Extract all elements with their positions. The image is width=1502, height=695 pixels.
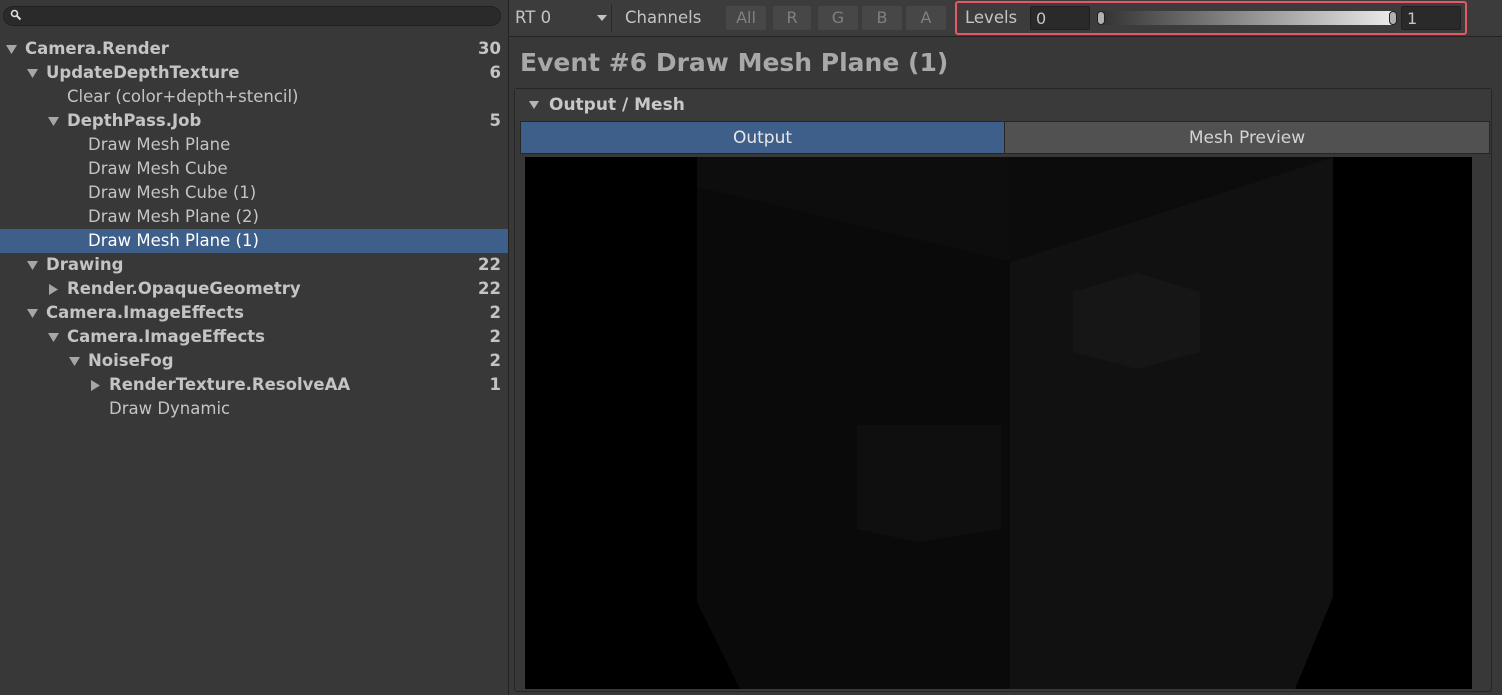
tree-row[interactable]: Draw Mesh Cube (1) [0, 181, 508, 205]
event-title: Event #6 Draw Mesh Plane (1) [520, 48, 949, 77]
tree-row[interactable]: Clear (color+depth+stencil) [0, 85, 508, 109]
tree-row-label: Draw Mesh Cube (1) [88, 183, 257, 202]
tree-row[interactable]: Draw Mesh Plane (2) [0, 205, 508, 229]
tree-row[interactable]: Camera.ImageEffects 2 [0, 325, 508, 349]
tree-row-label: Clear (color+depth+stencil) [67, 87, 299, 106]
render-target-dropdown[interactable]: RT 0 [509, 4, 612, 32]
expanded-arrow-icon[interactable] [25, 253, 39, 277]
tree-row[interactable]: DepthPass.Job 5 [0, 109, 508, 133]
search-input[interactable] [26, 7, 490, 27]
tree-row-label: Draw Mesh Plane [88, 135, 231, 154]
tree-row-label: Draw Dynamic [109, 399, 231, 418]
tree-row[interactable]: Drawing 22 [0, 253, 508, 277]
output-tabs: Output Mesh Preview [520, 121, 1490, 155]
tree-row-count: 2 [489, 327, 501, 346]
levels-max-field[interactable]: 1 [1401, 6, 1461, 30]
render-preview-image [697, 157, 1333, 689]
channel-button-r[interactable]: R [773, 6, 811, 30]
tree-row-count: 2 [489, 303, 501, 322]
tree-row[interactable]: Draw Mesh Cube [0, 157, 508, 181]
tree-row[interactable]: RenderTexture.ResolveAA 1 [0, 373, 508, 397]
tree-row-label: DepthPass.Job [67, 111, 202, 130]
tab-mesh-preview[interactable]: Mesh Preview [1004, 121, 1490, 154]
tree-row-count: 1 [489, 375, 501, 394]
expanded-arrow-icon[interactable] [46, 109, 60, 133]
tree-row[interactable]: UpdateDepthTexture 6 [0, 61, 508, 85]
render-target-value: RT 0 [515, 8, 552, 27]
tree-row-label: RenderTexture.ResolveAA [109, 375, 351, 394]
levels-max-handle[interactable] [1389, 11, 1397, 25]
foldout-arrow-icon [529, 101, 539, 109]
expanded-arrow-icon[interactable] [46, 325, 60, 349]
toolbar: RT 0 Channels All R G B A Levels 0 1 [509, 0, 1502, 37]
channel-button-all[interactable]: All [726, 6, 766, 30]
dropdown-arrow-icon [597, 15, 607, 21]
tree-row-label: Camera.ImageEffects [46, 303, 244, 322]
tree-row[interactable]: Draw Mesh Plane (1) [0, 229, 508, 253]
channel-button-a[interactable]: A [906, 6, 946, 30]
tab-output[interactable]: Output [520, 121, 1005, 154]
tree-row-label: Draw Mesh Plane (2) [88, 207, 259, 226]
tree-row-label: Drawing [46, 255, 124, 274]
frame-debugger-detail: RT 0 Channels All R G B A Levels 0 1 Event #… [509, 0, 1502, 695]
event-hierarchy-panel: Camera.Render 30 UpdateDepthTexture 6 Clear … [0, 0, 509, 695]
levels-min-field[interactable]: 0 [1030, 6, 1090, 30]
tree-row[interactable]: Draw Mesh Plane [0, 133, 508, 157]
levels-control: Levels 0 1 [955, 1, 1467, 35]
output-preview [525, 157, 1472, 689]
collapsed-arrow-icon[interactable] [46, 277, 60, 301]
tree-row-count: 22 [478, 255, 501, 274]
tree-row[interactable]: Draw Dynamic [0, 397, 508, 421]
tree-row[interactable]: Camera.Render 30 [0, 37, 508, 61]
expanded-arrow-icon[interactable] [4, 37, 18, 61]
expanded-arrow-icon[interactable] [25, 61, 39, 85]
expanded-arrow-icon[interactable] [67, 349, 81, 373]
collapsed-arrow-icon[interactable] [88, 373, 102, 397]
tree-row-count: 5 [489, 111, 501, 130]
channel-button-b[interactable]: B [862, 6, 902, 30]
tree-row-label: NoiseFog [88, 351, 174, 370]
tree-row-label: Draw Mesh Plane (1) [88, 231, 259, 250]
tree-row[interactable]: Camera.ImageEffects 2 [0, 301, 508, 325]
levels-min-handle[interactable] [1097, 11, 1105, 25]
tree-row-count: 30 [478, 39, 501, 58]
tree-row-label: Camera.ImageEffects [67, 327, 265, 346]
tree-row-label: UpdateDepthTexture [46, 63, 240, 82]
tree-row-count: 2 [489, 351, 501, 370]
levels-range-slider[interactable] [1097, 11, 1397, 25]
expanded-arrow-icon[interactable] [25, 301, 39, 325]
tree-row-label: Camera.Render [25, 39, 169, 58]
tree-row-count: 22 [478, 279, 501, 298]
section-header[interactable]: Output / Mesh [515, 89, 1491, 121]
search-field[interactable] [3, 6, 501, 27]
output-mesh-section: Output / Mesh Output Mesh Preview [514, 88, 1492, 692]
tree-row-label: Render.OpaqueGeometry [67, 279, 301, 298]
levels-label: Levels [965, 8, 1018, 27]
section-title: Output / Mesh [549, 95, 685, 115]
tree-row-count: 6 [489, 63, 501, 82]
channel-button-g[interactable]: G [818, 6, 858, 30]
search-icon [10, 9, 22, 21]
channels-label: Channels [625, 8, 702, 27]
event-tree: Camera.Render 30 UpdateDepthTexture 6 Clear … [0, 37, 508, 421]
tree-row-label: Draw Mesh Cube [88, 159, 228, 178]
tree-row[interactable]: NoiseFog 2 [0, 349, 508, 373]
tree-row[interactable]: Render.OpaqueGeometry 22 [0, 277, 508, 301]
